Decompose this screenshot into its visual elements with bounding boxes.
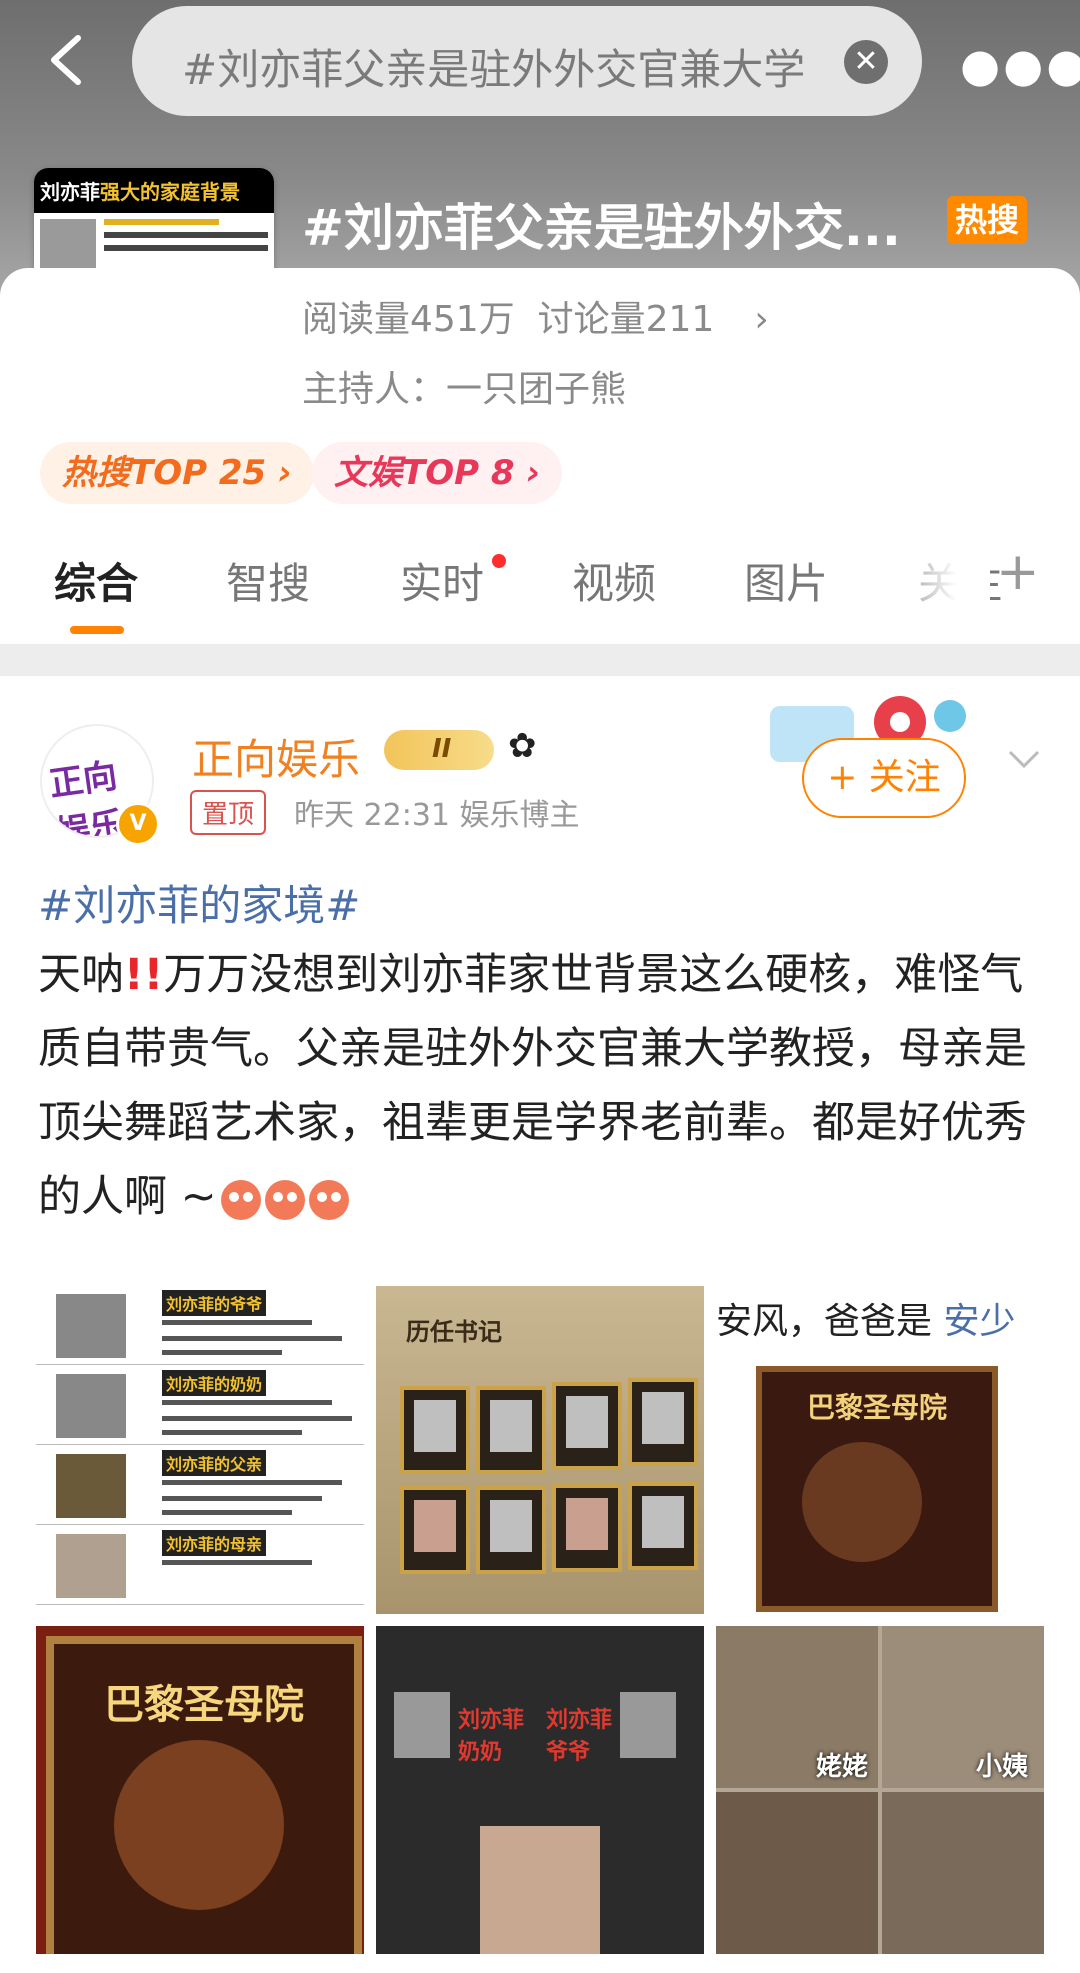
vip-crown-badge-icon: II bbox=[384, 730, 494, 770]
cute-face-emoji-icon bbox=[220, 1179, 261, 1220]
clear-search-icon[interactable]: ✕ bbox=[844, 40, 888, 84]
topic-host: 主持人：一只团子熊 bbox=[302, 369, 627, 410]
active-tab-indicator bbox=[70, 626, 124, 634]
post-card: 正向娱乐 V 正向娱乐 II ✿ 置顶 昨天 22:31 娱乐博主 + 关注 #… bbox=[0, 676, 1080, 1973]
post-username[interactable]: 正向娱乐 bbox=[192, 726, 360, 787]
cute-face-emoji-icon bbox=[264, 1179, 305, 1220]
tab-video[interactable]: 视频 bbox=[572, 550, 656, 611]
hot-badge: 热搜 bbox=[947, 196, 1027, 244]
post-image-portrait-wall[interactable]: 历任书记 bbox=[376, 1286, 704, 1614]
post-image-book-caption[interactable]: 安风，爸爸是 安少 巴黎圣母院 bbox=[716, 1286, 1044, 1614]
post-hashtag[interactable]: #刘亦菲的家境# bbox=[38, 872, 360, 933]
tab-images[interactable]: 图片 bbox=[744, 550, 828, 611]
verified-badge-icon: V bbox=[116, 802, 160, 846]
tab-comprehensive[interactable]: 综合 bbox=[54, 550, 138, 611]
tab-bar: 综合 智搜 实时 视频 图片 关注 + bbox=[0, 542, 1080, 644]
new-content-dot bbox=[492, 554, 506, 568]
sunflower-icon: ✿ bbox=[508, 726, 537, 766]
more-options-icon[interactable]: ●●● bbox=[960, 38, 1080, 92]
topic-stats[interactable]: 阅读量451万 讨论量211 › bbox=[302, 290, 769, 342]
discussion-count: 讨论量211 bbox=[537, 299, 715, 340]
chevron-right-icon: › bbox=[754, 299, 769, 340]
post-image-relatives-collage[interactable]: 姥姥 小姨 bbox=[716, 1626, 1044, 1954]
pinned-label: 置顶 bbox=[190, 790, 267, 835]
post-image-book-cover[interactable]: 巴黎圣母院 bbox=[36, 1626, 364, 1954]
read-count: 阅读量451万 bbox=[302, 299, 515, 340]
entertainment-rank-button[interactable]: 文娱TOP 8 › bbox=[312, 442, 563, 504]
double-exclamation-icon: !! bbox=[124, 950, 164, 1000]
hot-search-rank-button[interactable]: 热搜TOP 25 › bbox=[40, 442, 315, 504]
tab-realtime[interactable]: 实时 bbox=[400, 550, 484, 611]
thumbnail-title: 刘亦菲强大的家庭背景 bbox=[34, 168, 274, 213]
follow-button[interactable]: + 关注 bbox=[802, 738, 966, 818]
cute-face-emoji-icon bbox=[308, 1179, 349, 1220]
post-meta: 昨天 22:31 娱乐博主 bbox=[294, 798, 580, 833]
chevron-down-icon[interactable] bbox=[1004, 738, 1044, 778]
post-image-family-chart[interactable]: 刘亦菲的爷爷 刘亦菲的奶奶 刘亦菲的父亲 刘亦菲的母亲 bbox=[36, 1286, 364, 1614]
add-tab-icon[interactable]: + bbox=[996, 542, 1040, 602]
back-arrow-icon[interactable] bbox=[40, 30, 100, 90]
search-input[interactable]: #刘亦菲父亲是驻外外交官兼大学 bbox=[182, 36, 832, 97]
post-text: 天呐!!万万没想到刘亦菲家世背景这么硬核，难怪气质自带贵气。父亲是驻外外交官兼大… bbox=[38, 950, 1027, 1222]
post-image-grandparents[interactable]: 刘亦菲 奶奶 刘亦菲 爷爷 bbox=[376, 1626, 704, 1954]
tab-smart-search[interactable]: 智搜 bbox=[226, 550, 310, 611]
search-bar[interactable]: #刘亦菲父亲是驻外外交官兼大学 ✕ bbox=[132, 6, 922, 116]
topic-title: #刘亦菲父亲是驻外外交... bbox=[302, 199, 901, 257]
